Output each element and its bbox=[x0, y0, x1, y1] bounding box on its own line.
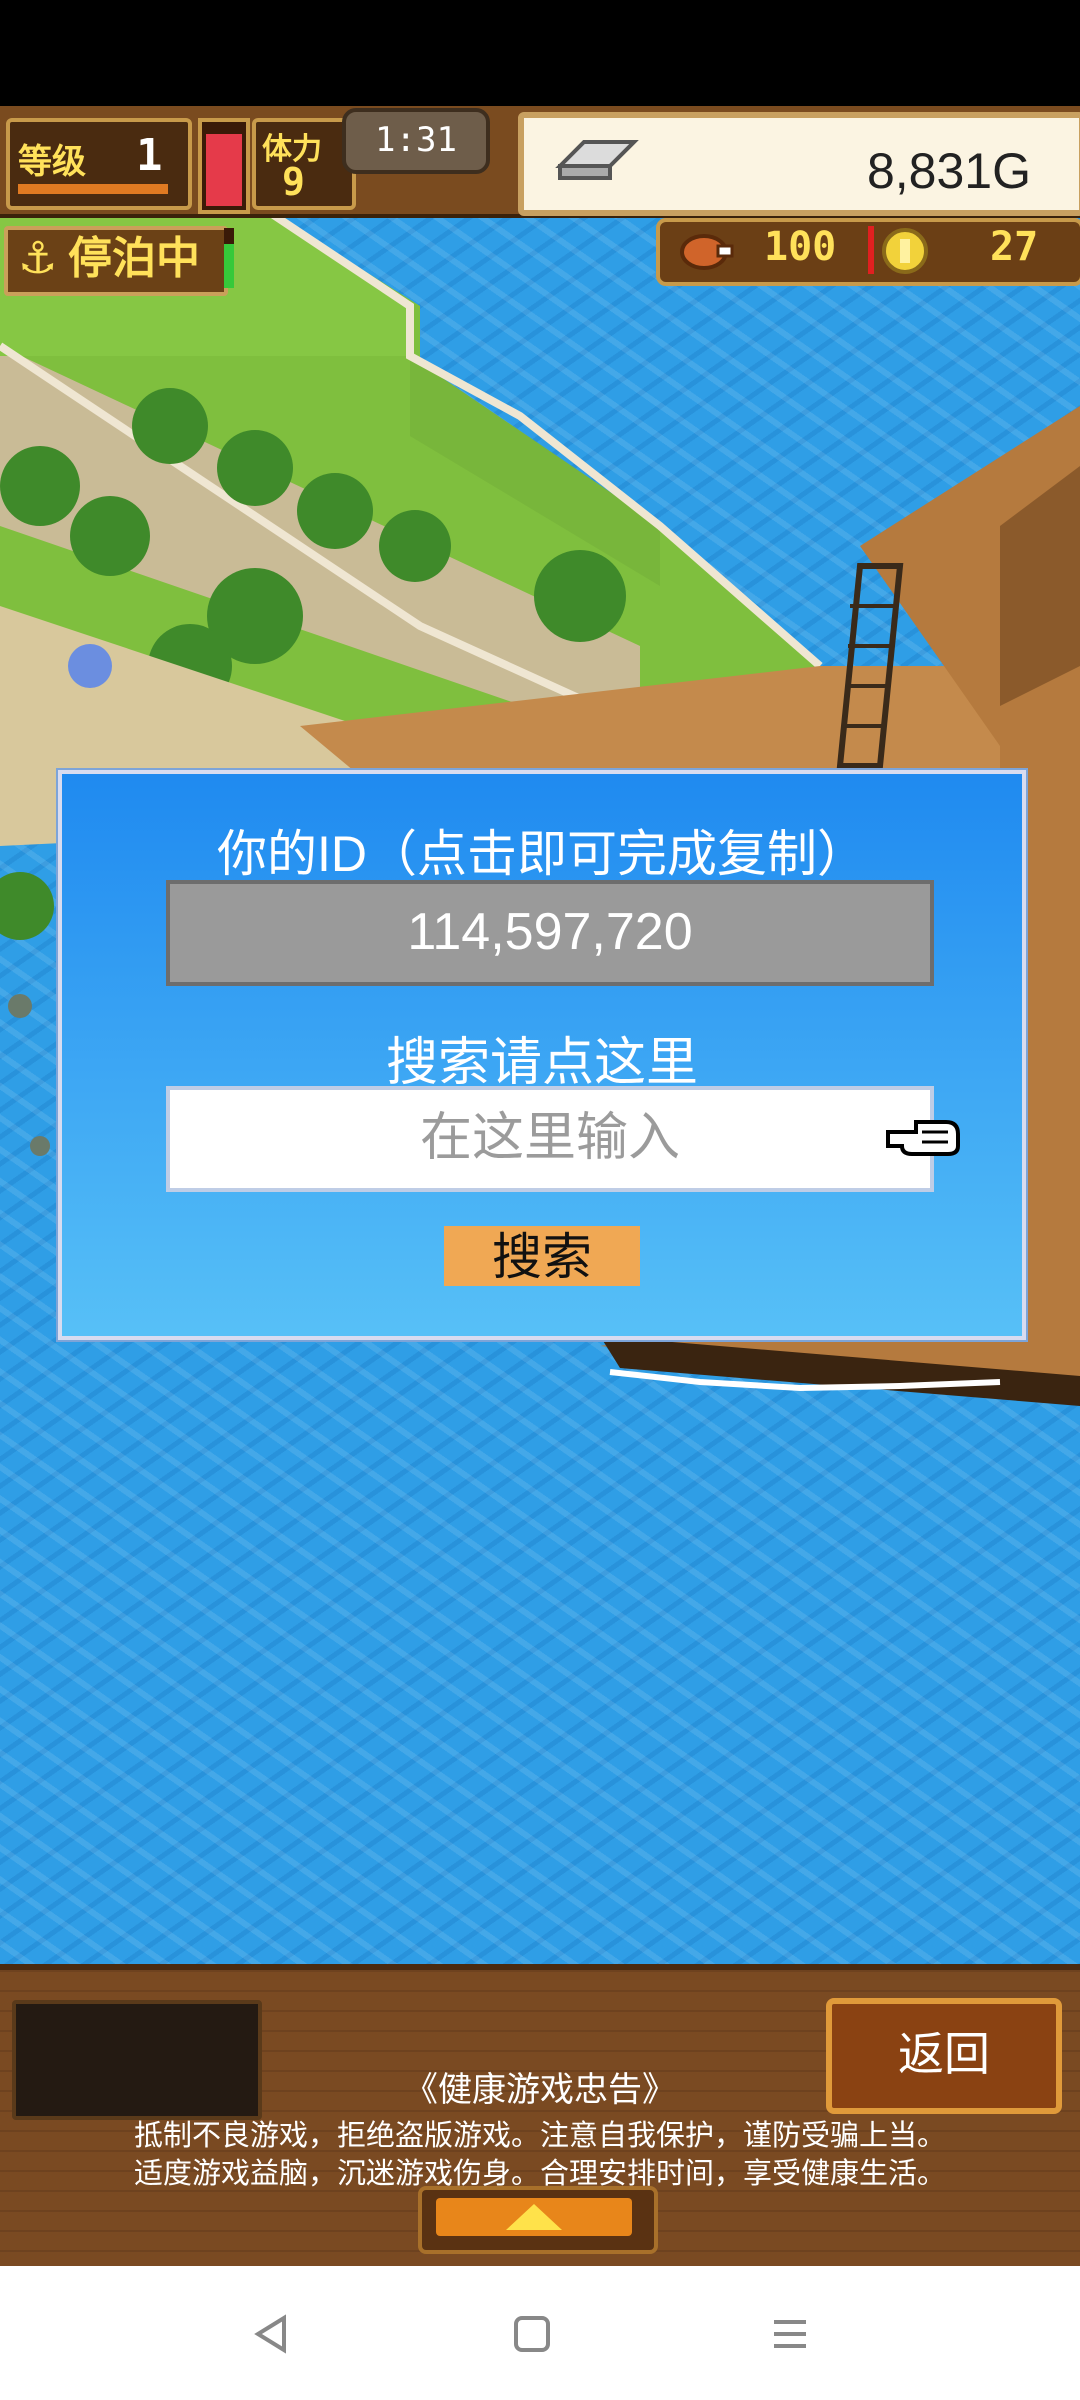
anchor-icon: ⚓ bbox=[18, 233, 58, 284]
coin-icon bbox=[882, 228, 928, 274]
player-id-copy-box[interactable]: 114,597,720 bbox=[166, 880, 934, 986]
back-nav-icon[interactable] bbox=[252, 2314, 292, 2354]
docked-status-label: 停泊中 bbox=[68, 233, 200, 284]
expand-menu-button[interactable] bbox=[418, 2186, 658, 2254]
system-status-bar bbox=[0, 0, 1080, 106]
gold-amount: 8,831G bbox=[866, 143, 1031, 199]
gold-panel[interactable]: 8,831G bbox=[518, 112, 1080, 216]
level-panel[interactable]: 等级 1 bbox=[6, 118, 192, 210]
triangle-up-icon bbox=[506, 2204, 562, 2230]
timer: 1:31 bbox=[342, 108, 490, 174]
pointing-hand-icon bbox=[886, 1120, 960, 1156]
docked-indicator bbox=[224, 228, 234, 288]
coin-value: 27 bbox=[990, 224, 1039, 270]
health-advisory-title: 《健康游戏忠告》 bbox=[404, 2071, 676, 2109]
resource-panel: 100 27 bbox=[656, 218, 1080, 286]
resource-divider bbox=[868, 226, 874, 274]
home-nav-icon[interactable] bbox=[512, 2314, 552, 2354]
health-advisory-line-1: 抵制不良游戏，拒绝盗版游戏。注意自我保护，谨防受骗上当。 bbox=[133, 2120, 946, 2152]
bottom-menu-panel: 返回 《健康游戏忠告》 抵制不良游戏，拒绝盗版游戏。注意自我保护，谨防受骗上当。… bbox=[0, 1964, 1080, 2272]
level-exp-bar bbox=[18, 184, 168, 194]
search-heading: 搜索请点这里 bbox=[385, 1034, 698, 1092]
search-button[interactable]: 搜索 bbox=[444, 1226, 640, 1286]
docked-status-badge[interactable]: ⚓ 停泊中 bbox=[4, 226, 228, 296]
navigation-bar bbox=[0, 2266, 1080, 2400]
menu-nav-icon[interactable] bbox=[770, 2314, 810, 2354]
level-label: 等级 bbox=[18, 142, 86, 182]
expand-button-face bbox=[436, 2198, 632, 2236]
gold-bar-icon bbox=[555, 140, 639, 180]
meat-icon bbox=[680, 234, 734, 270]
stamina-panel: 体力 9 bbox=[252, 118, 356, 210]
stamina-gauge-fill bbox=[206, 134, 242, 206]
search-input[interactable]: 在这里输入 bbox=[166, 1086, 934, 1192]
id-search-dialog: 你的ID（点击即可完成复制） 114,597,720 搜索请点这里 在这里输入 … bbox=[58, 770, 1026, 1340]
level-value: 1 bbox=[136, 130, 163, 181]
dialog-title: 你的ID（点击即可完成复制） bbox=[217, 826, 867, 882]
stamina-gauge bbox=[198, 118, 250, 214]
food-value: 100 bbox=[764, 224, 837, 270]
docked-indicator-fill bbox=[224, 244, 234, 288]
stamina-value: 9 bbox=[282, 160, 305, 204]
